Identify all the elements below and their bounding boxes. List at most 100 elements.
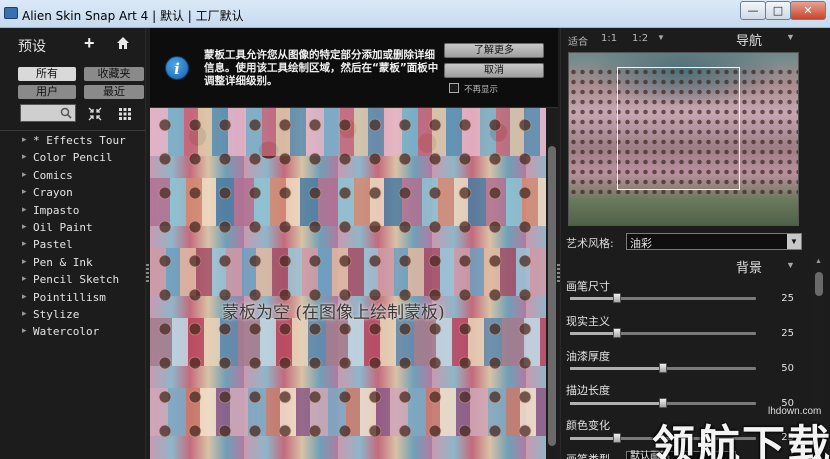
navigator-title: 导航 bbox=[736, 34, 763, 49]
preset-label: Pointillism bbox=[33, 290, 106, 304]
chevron-down-icon[interactable]: ▼ bbox=[786, 260, 795, 270]
home-icon[interactable] bbox=[116, 36, 130, 50]
preset-label: Stylize bbox=[33, 307, 80, 321]
art-style-select[interactable]: 油彩 ▼ bbox=[626, 233, 802, 250]
plus-icon[interactable]: + bbox=[84, 33, 95, 54]
preset-item[interactable]: ▸ Crayon bbox=[22, 184, 126, 201]
chevron-right-icon: ▸ bbox=[22, 291, 27, 302]
scroll-up-icon[interactable]: ▲ bbox=[815, 258, 822, 265]
preset-item[interactable]: ▸ Pen & Ink bbox=[22, 254, 126, 271]
chevron-right-icon: ▸ bbox=[22, 239, 27, 250]
slider-label: 描边长度 bbox=[566, 384, 610, 397]
slider[interactable] bbox=[570, 398, 756, 408]
preset-item[interactable]: ▸ Pencil Sketch bbox=[22, 271, 126, 288]
preset-item[interactable]: ▸ Comics bbox=[22, 167, 126, 184]
info-text: 蒙板工具允许您从图像的特定部分添加或删除详细信息。使用该工具绘制区域，然后在“蒙… bbox=[204, 49, 439, 87]
chevron-right-icon: ▸ bbox=[22, 256, 27, 267]
preset-label: Crayon bbox=[33, 186, 73, 200]
image-canvas[interactable] bbox=[150, 108, 546, 459]
slider-label: 油漆厚度 bbox=[566, 350, 610, 363]
chevron-down-icon[interactable]: ▼ bbox=[787, 234, 801, 249]
slider-fill bbox=[570, 402, 663, 405]
chevron-right-icon: ▸ bbox=[22, 204, 27, 215]
tab-all[interactable]: 所有 bbox=[18, 67, 76, 81]
slider-knob[interactable] bbox=[659, 398, 667, 408]
app-icon bbox=[4, 7, 18, 19]
slider-value: 25 bbox=[781, 328, 794, 339]
preset-search[interactable] bbox=[20, 104, 76, 124]
mask-empty-message: 蒙板为空 (在图像上绘制蒙板) bbox=[222, 303, 445, 323]
settings-scroll-thumb[interactable] bbox=[815, 272, 823, 296]
slider-knob[interactable] bbox=[612, 293, 621, 303]
preset-label: * Effects Tour bbox=[33, 134, 126, 147]
art-style-label: 艺术风格: bbox=[566, 237, 614, 250]
preset-item[interactable]: ▸ * Effects Tour bbox=[22, 132, 126, 149]
navigator-viewport-rect[interactable] bbox=[617, 67, 740, 190]
dont-show-checkbox[interactable] bbox=[449, 83, 459, 93]
preset-item[interactable]: ▸ Pastel bbox=[22, 236, 126, 253]
preset-item[interactable]: ▸ Oil Paint bbox=[22, 219, 126, 236]
search-input[interactable] bbox=[21, 107, 57, 124]
slider-label: 画笔尺寸 bbox=[566, 280, 610, 293]
collapse-icon[interactable] bbox=[88, 107, 102, 121]
tab-user[interactable]: 用户 bbox=[18, 85, 76, 99]
dont-show-label: 不再显示 bbox=[464, 85, 499, 95]
slider-knob[interactable] bbox=[612, 328, 621, 338]
slider[interactable] bbox=[570, 293, 756, 303]
slider-knob[interactable] bbox=[612, 433, 621, 443]
slider[interactable] bbox=[570, 363, 756, 373]
chevron-right-icon: ▸ bbox=[22, 326, 27, 337]
preset-label: Color Pencil bbox=[33, 151, 113, 165]
preset-item[interactable]: ▸ Watercolor bbox=[22, 323, 126, 340]
preset-label: Impasto bbox=[33, 203, 80, 217]
zoom-fit-button[interactable]: 适合 bbox=[568, 33, 588, 48]
chevron-right-icon: ▸ bbox=[22, 221, 27, 232]
preset-label: Pastel bbox=[33, 238, 73, 252]
learn-more-button[interactable]: 了解更多 bbox=[444, 43, 544, 58]
background-section-title: 背景 bbox=[736, 261, 763, 276]
title-bar: Alien Skin Snap Art 4 | 默认 | 工厂默认 — □ ✕ bbox=[0, 0, 830, 28]
slider-fill bbox=[570, 332, 617, 335]
slider-label: 颜色变化 bbox=[566, 419, 610, 432]
zoom-1-1-button[interactable]: 1:1 bbox=[601, 33, 617, 44]
chevron-right-icon: ▸ bbox=[22, 187, 27, 198]
tab-recent[interactable]: 最近 bbox=[84, 85, 144, 99]
maximize-button[interactable]: □ bbox=[765, 1, 791, 20]
preset-label: Pencil Sketch bbox=[33, 273, 120, 287]
preset-item[interactable]: ▸ Impasto bbox=[22, 202, 126, 219]
presets-title: 预设 bbox=[18, 39, 46, 55]
slider-fill bbox=[570, 367, 663, 370]
slider[interactable] bbox=[570, 328, 756, 338]
info-icon: i bbox=[165, 56, 189, 80]
chevron-down-icon[interactable]: ▼ bbox=[657, 33, 665, 42]
chevron-right-icon: ▸ bbox=[22, 274, 27, 285]
cancel-button[interactable]: 取消 bbox=[444, 63, 544, 78]
search-icon[interactable] bbox=[60, 107, 72, 119]
canvas-scroll-thumb[interactable] bbox=[548, 146, 556, 446]
preset-label: Oil Paint bbox=[33, 220, 93, 234]
slider-label: 现实主义 bbox=[566, 315, 610, 328]
grid-view-icon[interactable] bbox=[118, 107, 132, 121]
watermark-logo: 领航下载 bbox=[652, 422, 830, 459]
slider-value: 25 bbox=[781, 293, 794, 304]
close-button[interactable]: ✕ bbox=[790, 1, 826, 20]
app-window: Alien Skin Snap Art 4 | 默认 | 工厂默认 — □ ✕ … bbox=[0, 0, 830, 459]
canvas-figures bbox=[150, 108, 546, 459]
preset-item[interactable]: ▸ Color Pencil bbox=[22, 149, 126, 166]
slider-knob[interactable] bbox=[659, 363, 667, 373]
chevron-right-icon: ▸ bbox=[22, 169, 27, 180]
preset-item[interactable]: ▸ Pointillism bbox=[22, 289, 126, 306]
minimize-button[interactable]: — bbox=[740, 1, 766, 20]
preset-list: ▸ * Effects Tour ▸ Color Pencil ▸ Comics ▸ C… bbox=[22, 132, 126, 341]
brush-type-label: 画笔类型 bbox=[566, 451, 610, 459]
slider-value: 50 bbox=[781, 363, 794, 374]
presets-panel: 预设 + 所有 收藏夹 用户 最近 ▸ * Effects Tour ▸ Color bbox=[0, 28, 146, 459]
canvas-scrollbar[interactable] bbox=[546, 108, 558, 459]
slider-fill bbox=[570, 437, 617, 440]
tab-favorites[interactable]: 收藏夹 bbox=[84, 67, 144, 81]
chevron-down-icon[interactable]: ▼ bbox=[786, 32, 795, 42]
preset-item[interactable]: ▸ Stylize bbox=[22, 306, 126, 323]
left-panel-resize-grip[interactable] bbox=[146, 264, 149, 282]
zoom-1-2-button[interactable]: 1:2 bbox=[632, 33, 648, 44]
art-style-value: 油彩 bbox=[630, 237, 652, 250]
